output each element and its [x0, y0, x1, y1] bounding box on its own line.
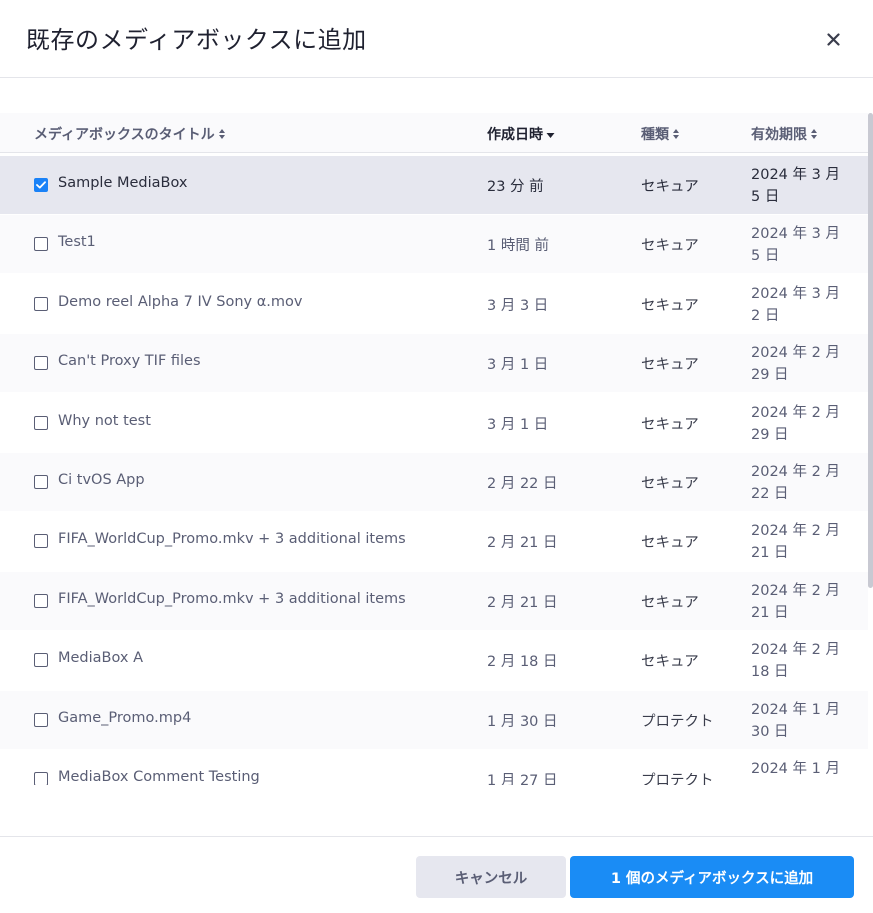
column-header-label: 種類: [641, 127, 669, 143]
column-header-label: 有効期限: [751, 127, 807, 143]
row-type: セキュア: [641, 357, 699, 374]
row-type: セキュア: [641, 654, 699, 671]
row-expires: 2024 年 3 月 2 日: [751, 285, 840, 324]
checkbox[interactable]: [34, 237, 48, 252]
column-header-title[interactable]: メディアボックスのタイトル: [34, 124, 226, 144]
row-expires: 2024 年 2 月 21 日: [751, 523, 840, 562]
row-created: 1 月 30 日: [487, 713, 558, 730]
add-to-mediabox-button[interactable]: 1 個のメディアボックスに追加: [570, 856, 854, 898]
row-created: 1 時間 前: [487, 238, 549, 255]
row-type: セキュア: [641, 594, 699, 611]
dialog-header: 既存のメディアボックスに追加: [0, 0, 873, 78]
sort-both-icon: [810, 128, 818, 140]
table-row[interactable]: MediaBox Comment Testing 1 月 27 日 プロテクト 202…: [0, 750, 868, 785]
row-expires: 2024 年 2 月 22 日: [751, 464, 840, 502]
row-expires: 2024 年 2 月 21 日: [751, 582, 840, 621]
row-created: 3 月 1 日: [487, 357, 549, 374]
row-created: 2 月 21 日: [487, 535, 558, 552]
row-expires: 2024 年 2 月 29 日: [751, 345, 840, 384]
checkmark-icon: [36, 181, 46, 189]
scrollbar-thumb[interactable]: [868, 113, 873, 588]
row-title: Sample MediaBox: [58, 175, 188, 191]
checkbox[interactable]: [34, 415, 48, 430]
row-type: セキュア: [641, 238, 699, 255]
row-title: MediaBox A: [58, 650, 144, 667]
row-created: 3 月 1 日: [487, 416, 549, 433]
row-type: プロテクト: [641, 713, 714, 730]
sort-down-icon: [546, 128, 555, 140]
row-title: Demo reel Alpha 7 IV Sony α.mov: [58, 293, 303, 310]
table-row[interactable]: FIFA_WorldCup_Promo.mkv + 3 additional i…: [0, 571, 868, 630]
row-title: Can't Proxy TIF files: [58, 353, 201, 370]
row-type: セキュア: [641, 179, 699, 195]
column-header-created[interactable]: 作成日時: [487, 124, 555, 144]
row-created: 2 月 18 日: [487, 654, 558, 671]
row-expires: 2024 年 1 月 30 日: [751, 701, 840, 740]
dialog-title: 既存のメディアボックスに追加: [26, 26, 367, 54]
table-row[interactable]: Sample MediaBox 23 分 前 セキュア 2024 年 3 月 5 日: [0, 156, 868, 214]
row-title: Game_Promo.mp4: [58, 709, 192, 726]
row-created: 23 分 前: [487, 179, 544, 195]
column-header-type[interactable]: 種類: [641, 124, 680, 144]
sort-both-icon: [672, 128, 680, 140]
checkbox[interactable]: [34, 534, 48, 549]
table-row[interactable]: Why not test 3 月 1 日 セキュア 2024 年 2 月 29 日: [0, 393, 868, 452]
row-type: プロテクト: [641, 773, 714, 785]
table-header: メディアボックスのタイトル 作成日時 種類 有効期限: [0, 113, 868, 153]
table-row[interactable]: Game_Promo.mp4 1 月 30 日 プロテクト 2024 年 1 月 30…: [0, 690, 868, 749]
checkbox[interactable]: [34, 593, 48, 608]
close-icon: [826, 32, 840, 46]
row-created: 1 月 27 日: [487, 773, 558, 785]
column-header-expires[interactable]: 有効期限: [751, 124, 818, 144]
row-expires: 2024 年 3 月 5 日: [751, 226, 840, 265]
row-title: Why not test: [58, 412, 151, 429]
checkbox[interactable]: [34, 296, 48, 311]
row-type: セキュア: [641, 297, 699, 314]
row-type: セキュア: [641, 535, 699, 552]
close-button[interactable]: [818, 24, 848, 54]
row-created: 2 月 22 日: [487, 476, 558, 492]
table-row[interactable]: MediaBox A 2 月 18 日 セキュア 2024 年 2 月 18 日: [0, 631, 868, 690]
checkbox[interactable]: [34, 772, 48, 785]
row-type: セキュア: [641, 416, 699, 433]
row-title: FIFA_WorldCup_Promo.mkv + 3 additional i…: [58, 531, 406, 548]
row-title: FIFA_WorldCup_Promo.mkv + 3 additional i…: [58, 590, 406, 607]
table-row[interactable]: Demo reel Alpha 7 IV Sony α.mov 3 月 3 日 セキ…: [0, 274, 868, 333]
mediabox-table: メディアボックスのタイトル 作成日時 種類 有効期限 Sample MediaB…: [0, 113, 868, 785]
add-to-mediabox-dialog: 既存のメディアボックスに追加 メディアボックスのタイトル 作成日時 種類 有効期…: [0, 0, 873, 913]
row-created: 3 月 3 日: [487, 297, 549, 314]
checkbox[interactable]: [34, 712, 48, 727]
table-row[interactable]: Can't Proxy TIF files 3 月 1 日 セキュア 2024 年 2…: [0, 334, 868, 393]
table-row[interactable]: Test1 1 時間 前 セキュア 2024 年 3 月 5 日: [0, 215, 868, 274]
row-created: 2 月 21 日: [487, 594, 558, 611]
row-expires: 2024 年 2 月 29 日: [751, 404, 840, 443]
row-title: Test1: [58, 234, 96, 251]
row-type: セキュア: [641, 476, 699, 492]
sort-both-icon: [218, 128, 226, 140]
row-expires: 2024 年 1 月: [751, 761, 840, 777]
checkbox-checked[interactable]: [34, 178, 48, 192]
row-expires: 2024 年 3 月 5 日: [751, 167, 840, 205]
column-header-label: 作成日時: [487, 127, 543, 143]
row-expires: 2024 年 2 月 18 日: [751, 642, 840, 681]
column-header-label: メディアボックスのタイトル: [34, 127, 215, 143]
checkbox[interactable]: [34, 653, 48, 668]
checkbox[interactable]: [34, 475, 48, 489]
dialog-footer: キャンセル 1 個のメディアボックスに追加: [0, 836, 873, 913]
row-title: MediaBox Comment Testing: [58, 769, 260, 785]
cancel-button[interactable]: キャンセル: [416, 856, 566, 898]
checkbox[interactable]: [34, 356, 48, 371]
table-row[interactable]: Ci tvOS App 2 月 22 日 セキュア 2024 年 2 月 22 日: [0, 453, 868, 511]
table-row[interactable]: FIFA_WorldCup_Promo.mkv + 3 additional i…: [0, 512, 868, 571]
row-title: Ci tvOS App: [58, 472, 145, 488]
